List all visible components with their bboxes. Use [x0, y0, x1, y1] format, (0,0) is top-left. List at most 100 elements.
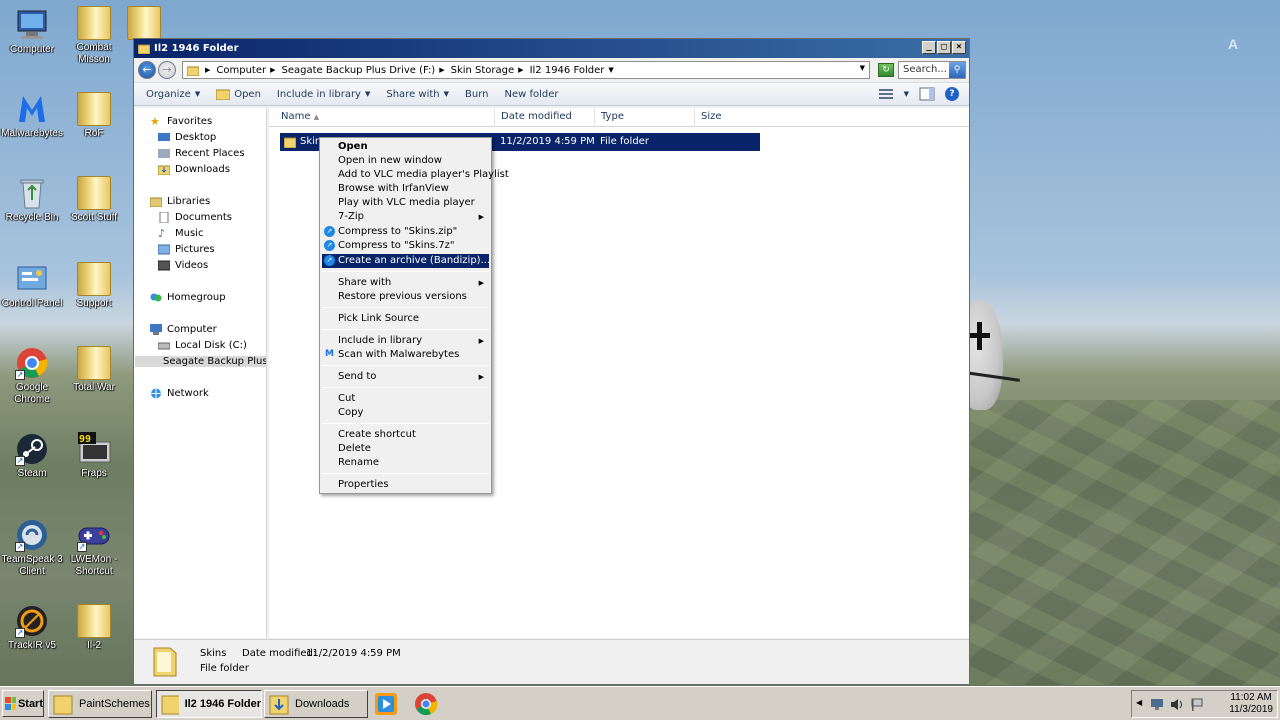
breadcrumb-separator[interactable]: ▶	[205, 66, 210, 74]
menu-item-properties[interactable]: Properties	[322, 478, 489, 492]
desktop-icon-folder-partial[interactable]	[124, 6, 164, 42]
nav-computer[interactable]: Computer	[150, 324, 217, 335]
tray-expand-icon[interactable]: ◀	[1136, 698, 1142, 707]
menu-item-open-new-window[interactable]: Open in new window	[322, 154, 489, 168]
menu-item-add-to-vlc-playlist[interactable]: Add to VLC media player's Playlist	[322, 168, 509, 182]
address-dropdown-icon[interactable]: ▼	[860, 64, 865, 72]
desktop-icon-label: Recycle Bin	[5, 212, 59, 223]
chrome-icon[interactable]	[413, 691, 439, 717]
desktop-icon-recycle-bin[interactable]: Recycle Bin	[1, 176, 63, 224]
menu-item-include-in-library[interactable]: Include in library ▶	[322, 334, 489, 348]
chevron-right-icon: ▶	[270, 66, 276, 74]
desktop-icon-control-panel[interactable]: Control Panel	[1, 262, 63, 310]
menu-item-compress-zip[interactable]: ➚ Compress to "Skins.zip"	[322, 225, 489, 239]
taskbar-button-downloads[interactable]: Downloads	[264, 690, 368, 718]
minimize-button[interactable]: _	[922, 41, 936, 54]
breadcrumb-computer[interactable]: Computer ▶	[216, 65, 275, 76]
menu-item-share-with[interactable]: Share with ▶	[322, 276, 489, 290]
nav-homegroup[interactable]: Homegroup	[150, 292, 226, 303]
menu-item-cut[interactable]: Cut	[322, 392, 489, 406]
menu-item-scan-malwarebytes[interactable]: M Scan with Malwarebytes	[322, 348, 489, 362]
nav-local-disk[interactable]: Local Disk (C:)	[158, 340, 247, 351]
column-header-date-modified[interactable]: Date modified	[495, 108, 595, 127]
refresh-button[interactable]: ↻	[878, 63, 894, 77]
chevron-down-icon[interactable]: ▼	[904, 90, 909, 98]
desktop-icon-combat-mission[interactable]: Combat Misson	[63, 6, 125, 66]
nav-seagate-drive[interactable]: Seagate Backup Plus D	[135, 356, 266, 367]
flag-icon[interactable]	[1190, 698, 1204, 711]
organize-button[interactable]: Organize ▼	[146, 89, 200, 100]
nav-pictures[interactable]: Pictures	[158, 244, 215, 255]
menu-item-rename[interactable]: Rename	[322, 456, 489, 470]
network-tray-icon[interactable]	[1150, 698, 1164, 711]
nav-favorites[interactable]: ★ Favorites	[150, 116, 212, 127]
nav-desktop[interactable]: Desktop	[158, 132, 216, 143]
clock[interactable]: 11:02 AM 11/3/2019	[1229, 692, 1273, 716]
menu-item-create-shortcut[interactable]: Create shortcut	[322, 428, 489, 442]
menu-item-open[interactable]: Open	[322, 140, 489, 154]
nav-label: Videos	[175, 260, 209, 271]
menu-item-play-vlc[interactable]: Play with VLC media player	[322, 196, 489, 210]
desktop-icon-rof[interactable]: RoF	[63, 92, 125, 140]
breadcrumb-il2-folder[interactable]: Il2 1946 Folder ▼	[530, 65, 614, 76]
nav-libraries[interactable]: Libraries	[150, 196, 210, 207]
new-folder-button[interactable]: New folder	[505, 89, 559, 100]
include-in-library-button[interactable]: Include in library ▼	[277, 89, 370, 100]
desktop-icon-il2[interactable]: Il-2	[63, 604, 125, 652]
menu-item-delete[interactable]: Delete	[322, 442, 489, 456]
menu-item-label: Scan with Malwarebytes	[338, 349, 460, 360]
title-bar[interactable]: Il2 1946 Folder _ □ ×	[134, 39, 969, 58]
help-icon[interactable]: ?	[945, 87, 959, 101]
desktop-icon-teamspeak[interactable]: ↗ TeamSpeak 3 Client	[1, 518, 63, 578]
desktop-icon-scott-stuff[interactable]: Scott Stuff	[63, 176, 125, 224]
desktop-icon-trackir[interactable]: ↗ TrackIR v5	[1, 604, 63, 652]
search-input[interactable]: Search... ⚲	[898, 61, 966, 79]
open-button[interactable]: Open	[216, 88, 261, 100]
nav-recent-places[interactable]: Recent Places	[158, 148, 245, 159]
desktop-icon-google-chrome[interactable]: ↗ Google Chrome	[1, 346, 63, 406]
view-list-icon[interactable]	[878, 87, 894, 101]
chevron-right-icon: ▶	[205, 66, 211, 74]
column-header-type[interactable]: Type	[595, 108, 695, 127]
media-player-icon[interactable]	[373, 691, 399, 717]
desktop-icon-steam[interactable]: ↗ Steam	[1, 432, 63, 480]
desktop-icon-computer[interactable]: Computer	[1, 8, 63, 56]
share-with-button[interactable]: Share with ▼	[386, 89, 449, 100]
desktop-icon-support[interactable]: Support	[63, 262, 125, 310]
back-button[interactable]: ←	[138, 61, 156, 79]
menu-item-send-to[interactable]: Send to ▶	[322, 370, 489, 384]
menu-item-copy[interactable]: Copy	[322, 406, 489, 420]
column-header-name[interactable]: Name ▲	[269, 108, 495, 127]
preview-pane-icon[interactable]	[919, 87, 935, 101]
desktop-icon-fraps[interactable]: 99 Fraps	[63, 432, 125, 480]
menu-item-browse-irfanview[interactable]: Browse with IrfanView	[322, 182, 489, 196]
nav-network[interactable]: Network	[150, 388, 209, 399]
menu-item-restore-previous-versions[interactable]: Restore previous versions	[322, 290, 489, 304]
menu-item-7zip[interactable]: 7-Zip ▶	[322, 210, 489, 224]
maximize-button[interactable]: □	[937, 41, 951, 54]
address-bar[interactable]: ▶ Computer ▶ Seagate Backup Plus Drive (F…	[182, 61, 870, 79]
desktop-icon-malwarebytes[interactable]: Malwarebytes	[1, 92, 63, 140]
volume-icon[interactable]	[1170, 698, 1184, 711]
taskbar-button-label: Downloads	[295, 698, 350, 710]
breadcrumb-skin-storage[interactable]: Skin Storage ▶	[451, 65, 524, 76]
burn-button[interactable]: Burn	[465, 89, 488, 100]
close-button[interactable]: ×	[952, 41, 966, 54]
nav-documents[interactable]: Documents	[158, 212, 232, 223]
forward-button[interactable]: →	[158, 61, 176, 79]
column-header-size[interactable]: Size	[695, 108, 967, 127]
menu-item-create-archive-bandizip[interactable]: ➚ Create an archive (Bandizip)...	[322, 254, 490, 268]
search-icon[interactable]: ⚲	[949, 62, 965, 78]
nav-videos[interactable]: Videos	[158, 260, 208, 271]
desktop-icon-lwemon[interactable]: ↗ LWEMon - Shortcut	[63, 518, 125, 578]
taskbar-button-paintschemes[interactable]: PaintSchemes	[48, 690, 152, 718]
breadcrumb-seagate[interactable]: Seagate Backup Plus Drive (F:) ▶	[282, 65, 445, 76]
nav-downloads[interactable]: Downloads	[158, 164, 230, 175]
taskbar-button-il2-folder[interactable]: Il2 1946 Folder	[156, 690, 262, 718]
menu-item-pick-link-source[interactable]: Pick Link Source	[322, 312, 489, 326]
menu-item-compress-7z[interactable]: ➚ Compress to "Skins.7z"	[322, 239, 489, 253]
desktop-icon-total-war[interactable]: Total War	[63, 346, 125, 394]
nav-music[interactable]: ♪ Music	[158, 228, 203, 239]
recent-places-icon	[158, 149, 170, 158]
start-button[interactable]: Start	[2, 690, 44, 717]
